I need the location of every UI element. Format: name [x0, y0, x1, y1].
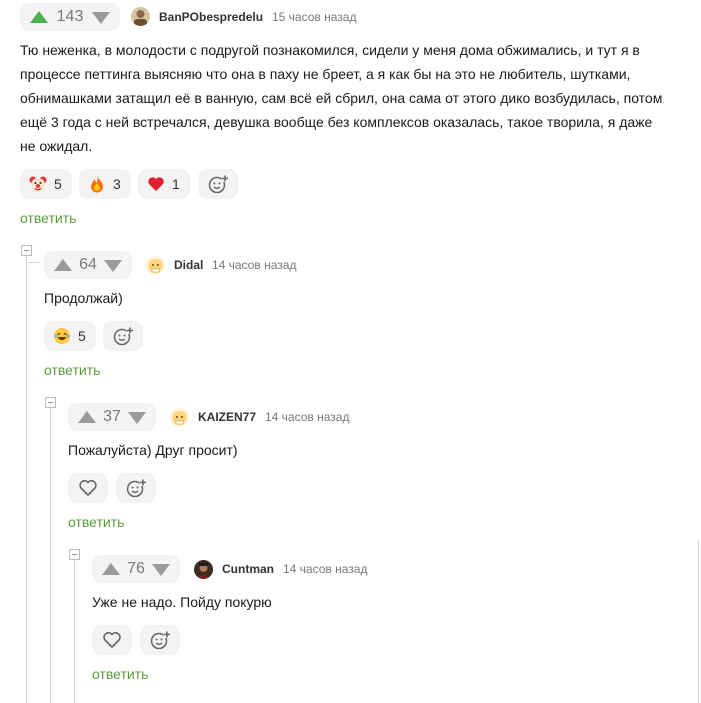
downvote-icon[interactable]: [152, 564, 170, 576]
rating-count: 37: [103, 408, 121, 425]
collapse-toggle-1[interactable]: [21, 245, 32, 256]
comment-time[interactable]: 15 часов назад: [272, 10, 356, 24]
reaction-count: 5: [78, 328, 86, 344]
downvote-icon[interactable]: [104, 260, 122, 272]
heart-outline-icon: [103, 632, 121, 648]
comment-text: Пожалуйста) Друг просит): [68, 442, 238, 458]
add-reaction-icon: [113, 327, 134, 346]
reaction-count: 1: [172, 176, 180, 192]
upvote-icon[interactable]: [30, 11, 48, 23]
add-reaction-button[interactable]: [103, 321, 143, 351]
comment-text-line: не ожидал.: [20, 138, 93, 154]
comment-text-line: ещё 3 года с ней встречался, девушка воо…: [20, 114, 653, 130]
comment-text: Уже не надо. Пойду покурю: [92, 594, 272, 610]
reply-link[interactable]: ответить: [44, 362, 100, 378]
reaction-clown[interactable]: 5: [20, 169, 72, 199]
like-button[interactable]: [68, 473, 108, 503]
reply-link[interactable]: ответить: [92, 666, 148, 682]
rating-count: 76: [127, 560, 145, 577]
rating-count: 143: [56, 8, 84, 25]
comment-text: Продолжай): [44, 290, 123, 306]
clown-emoji-icon: [29, 176, 47, 192]
rating-widget: 64: [44, 251, 132, 279]
comment-author[interactable]: Cuntman: [222, 562, 274, 576]
downvote-icon[interactable]: [128, 412, 146, 424]
comment-text-line: Тю неженка, в молодости с подругой позна…: [20, 42, 640, 58]
reaction-count: 3: [113, 176, 121, 192]
reaction-fire[interactable]: 3: [79, 169, 131, 199]
reaction-count: 5: [54, 176, 62, 192]
add-reaction-icon: [208, 175, 229, 194]
avatar[interactable]: [194, 560, 213, 579]
thread-line-3: [74, 557, 75, 703]
rating-widget: 76: [92, 555, 180, 583]
reply-link[interactable]: ответить: [68, 514, 124, 530]
thread-line-right: [698, 540, 699, 703]
comment-text-line: процессе петтинга выясняю что она в паху…: [20, 66, 631, 82]
comment-author[interactable]: KAIZEN77: [198, 410, 256, 424]
add-reaction-button[interactable]: [116, 473, 156, 503]
add-reaction-icon: [126, 479, 147, 498]
avatar[interactable]: [170, 408, 189, 427]
avatar[interactable]: [131, 7, 150, 26]
thread-line-2: [50, 405, 51, 703]
heart-emoji-icon: [148, 177, 164, 191]
comment-text-line: обнимашками затащил её в ванную, сам всё…: [20, 90, 663, 106]
avatar[interactable]: [146, 256, 165, 275]
thread-branch-1: [26, 262, 40, 263]
collapse-toggle-3[interactable]: [69, 549, 80, 560]
reply-link[interactable]: ответить: [20, 210, 76, 226]
reaction-heart[interactable]: 1: [138, 169, 190, 199]
laughing-emoji-icon: [54, 328, 70, 344]
fire-emoji-icon: [91, 176, 103, 193]
comment-time[interactable]: 14 часов назад: [265, 410, 349, 424]
rating-widget: 37: [68, 403, 156, 431]
heart-outline-icon: [79, 480, 97, 496]
thread-line-1: [26, 253, 27, 703]
downvote-icon[interactable]: [92, 12, 110, 24]
reaction-laughing[interactable]: 5: [44, 321, 96, 351]
rating-widget: 143: [20, 3, 120, 31]
add-reaction-button[interactable]: [198, 169, 238, 199]
comment-text: Тю неженка, в молодости с подругой позна…: [20, 38, 690, 158]
add-reaction-icon: [150, 631, 171, 650]
comment-author[interactable]: Didal: [174, 258, 203, 272]
like-button[interactable]: [92, 625, 132, 655]
comment-time[interactable]: 14 часов назад: [212, 258, 296, 272]
comment-author[interactable]: BanPObespredelu: [159, 10, 263, 24]
rating-count: 64: [79, 256, 97, 273]
add-reaction-button[interactable]: [140, 625, 180, 655]
comment-time[interactable]: 14 часов назад: [283, 562, 367, 576]
collapse-toggle-2[interactable]: [45, 397, 56, 408]
